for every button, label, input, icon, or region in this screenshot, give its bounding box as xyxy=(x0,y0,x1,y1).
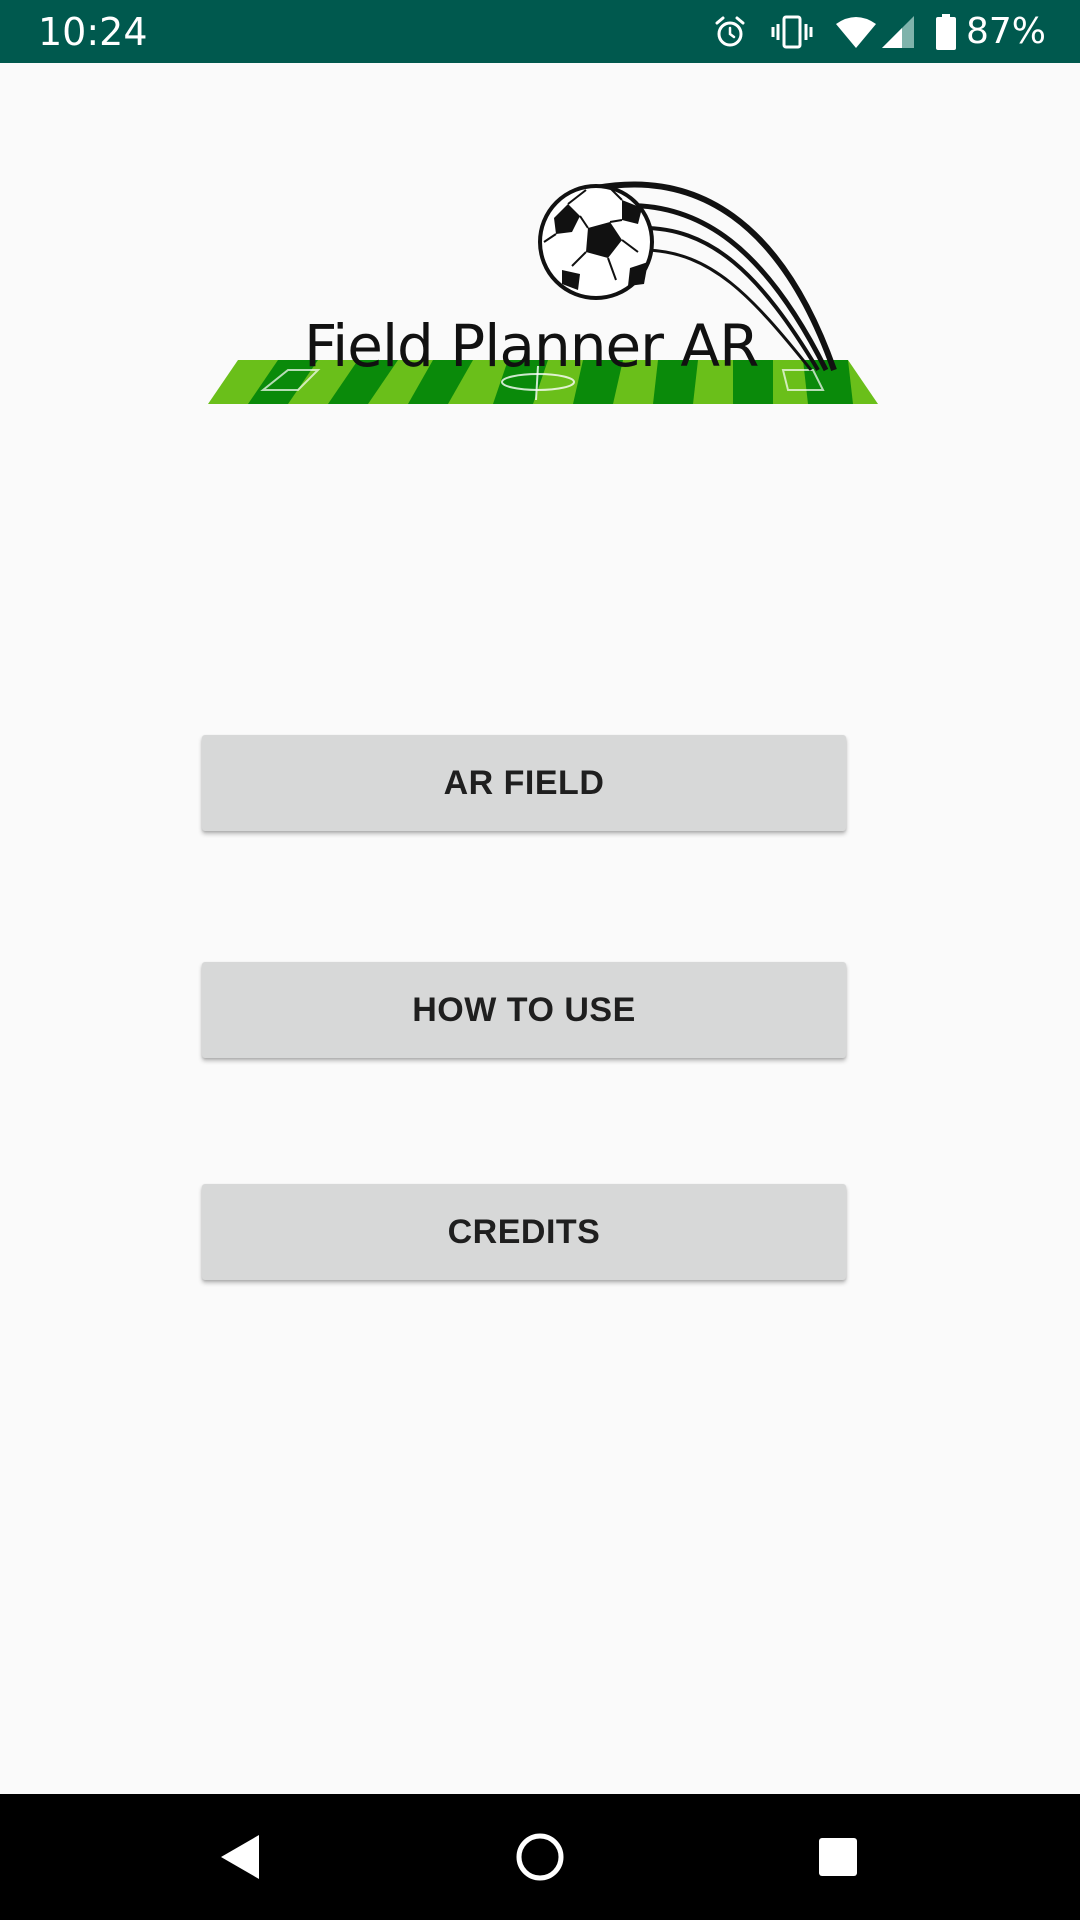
app-logo: Field Planner AR xyxy=(208,180,884,408)
vibrate-icon xyxy=(770,14,814,50)
cell-signal-icon xyxy=(881,16,914,48)
ar-field-button[interactable]: AR FIELD xyxy=(202,735,846,831)
wifi-icon xyxy=(835,16,876,48)
status-icons: 87% xyxy=(690,8,1046,56)
status-bar: 10:24 87% xyxy=(0,0,1080,63)
credits-button[interactable]: CREDITS xyxy=(202,1184,846,1280)
battery-percent: 87% xyxy=(965,11,1046,52)
back-icon xyxy=(221,1835,259,1879)
recents-icon xyxy=(819,1838,857,1876)
home-button[interactable] xyxy=(505,1822,575,1892)
home-icon xyxy=(516,1833,564,1881)
battery-icon xyxy=(935,14,956,50)
navigation-bar xyxy=(0,1794,1080,1920)
back-button[interactable] xyxy=(205,1822,275,1892)
how-to-use-button[interactable]: HOW TO USE xyxy=(202,962,846,1058)
alarm-icon xyxy=(712,14,748,50)
recents-button[interactable] xyxy=(803,1822,873,1892)
status-time: 10:24 xyxy=(38,10,148,54)
logo-title: Field Planner AR xyxy=(304,312,759,380)
